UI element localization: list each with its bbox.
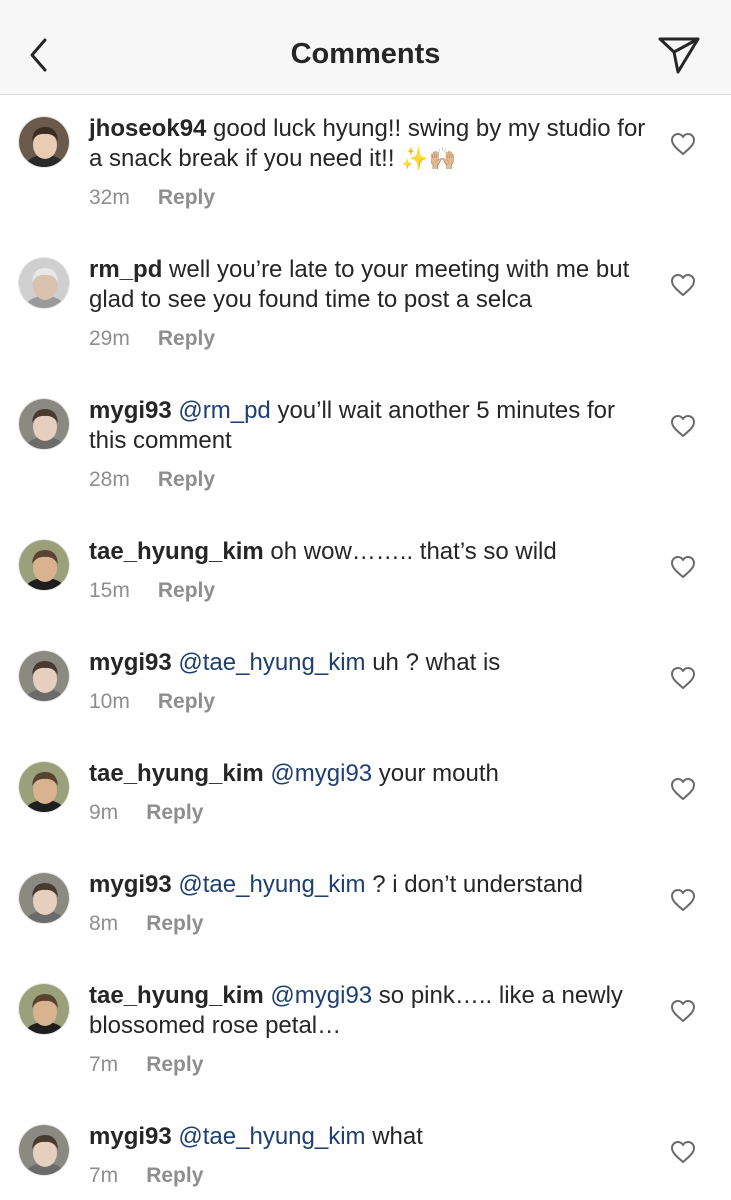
heart-icon [671, 1141, 695, 1163]
heart-icon [671, 1000, 695, 1022]
comment-body: mygi93 @rm_pd you’ll wait another 5 minu… [89, 396, 649, 492]
reply-button[interactable]: Reply [158, 186, 215, 210]
comment-body: mygi93 @tae_hyung_kim what 7m Reply [89, 1122, 649, 1188]
comment-message: well you’re late to your meeting with me… [89, 256, 630, 313]
avatar[interactable] [18, 1124, 70, 1176]
reply-button[interactable]: Reply [158, 468, 215, 492]
comment-body: mygi93 @tae_hyung_kim ? i don’t understa… [89, 870, 649, 936]
comment-username[interactable]: tae_hyung_kim [89, 538, 264, 565]
avatar[interactable] [18, 872, 70, 924]
like-button[interactable] [670, 414, 696, 438]
comment-body: mygi93 @tae_hyung_kim uh ? what is 10m Rep… [89, 648, 649, 714]
comment-meta: 10m Reply [89, 690, 649, 714]
heart-icon [671, 133, 695, 155]
comment-mention[interactable]: @tae_hyung_kim [178, 649, 365, 676]
comment-timestamp: 32m [89, 186, 130, 209]
comment-timestamp: 7m [89, 1164, 119, 1187]
page-title: Comments [290, 38, 441, 70]
comment-body: tae_hyung_kim @mygi93 so pink….. like a … [89, 981, 649, 1077]
comment-text: jhoseok94 good luck hyung!! swing by my … [89, 114, 649, 174]
avatar[interactable] [18, 761, 70, 813]
reply-button[interactable]: Reply [146, 1164, 203, 1188]
comment-timestamp: 7m [89, 1053, 119, 1076]
heart-icon [671, 274, 695, 296]
comment-meta: 29m Reply [89, 327, 649, 351]
reply-button[interactable]: Reply [146, 912, 203, 936]
comment-timestamp: 9m [89, 801, 119, 824]
comment-timestamp: 28m [89, 468, 130, 491]
comment-text: mygi93 @tae_hyung_kim ? i don’t understa… [89, 870, 649, 900]
like-button[interactable] [670, 666, 696, 690]
heart-icon [671, 778, 695, 800]
comment-mention[interactable]: @mygi93 [270, 760, 372, 787]
like-button[interactable] [670, 132, 696, 156]
like-button[interactable] [670, 777, 696, 801]
like-button[interactable] [670, 555, 696, 579]
heart-icon [671, 667, 695, 689]
comment-username[interactable]: mygi93 [89, 871, 172, 898]
comment-username[interactable]: jhoseok94 [89, 115, 206, 142]
comment-timestamp: 15m [89, 579, 130, 602]
comment-body: rm_pd well you’re late to your meeting w… [89, 255, 649, 351]
reply-button[interactable]: Reply [146, 801, 203, 825]
comment-username[interactable]: rm_pd [89, 256, 162, 283]
reply-button[interactable]: Reply [158, 690, 215, 714]
comment-username[interactable]: mygi93 [89, 397, 172, 424]
share-button[interactable] [656, 34, 702, 76]
comment-body: tae_hyung_kim @mygi93 your mouth 9m Reply [89, 759, 649, 825]
heart-icon [671, 556, 695, 578]
comment-text: tae_hyung_kim @mygi93 your mouth [89, 759, 649, 789]
comment-timestamp: 10m [89, 690, 130, 713]
like-button[interactable] [670, 273, 696, 297]
comment-mention[interactable]: @mygi93 [270, 982, 372, 1009]
comment-meta: 7m Reply [89, 1053, 649, 1077]
comment-message: what [365, 1123, 423, 1150]
comment-message: your mouth [372, 760, 499, 787]
comment-mention[interactable]: @tae_hyung_kim [178, 871, 365, 898]
reply-button[interactable]: Reply [158, 579, 215, 603]
comment-mention[interactable]: @rm_pd [178, 397, 270, 424]
comment-timestamp: 29m [89, 327, 130, 350]
comment-text: rm_pd well you’re late to your meeting w… [89, 255, 649, 315]
comment-text: mygi93 @rm_pd you’ll wait another 5 minu… [89, 396, 649, 456]
header-bar: Comments [0, 0, 731, 95]
reply-button[interactable]: Reply [146, 1053, 203, 1077]
comment-meta: 8m Reply [89, 912, 649, 936]
comment-meta: 32m Reply [89, 186, 649, 210]
like-button[interactable] [670, 1140, 696, 1164]
comment-meta: 9m Reply [89, 801, 649, 825]
comment-body: jhoseok94 good luck hyung!! swing by my … [89, 114, 649, 210]
comment-timestamp: 8m [89, 912, 119, 935]
comment-username[interactable]: tae_hyung_kim [89, 760, 264, 787]
paper-plane-icon [658, 37, 700, 74]
avatar[interactable] [18, 257, 70, 309]
comment-meta: 7m Reply [89, 1164, 649, 1188]
comment-username[interactable]: mygi93 [89, 1123, 172, 1150]
comment-meta: 15m Reply [89, 579, 649, 603]
comment-emoji: ✨🙌🏼 [401, 146, 456, 171]
comment-text: tae_hyung_kim @mygi93 so pink….. like a … [89, 981, 649, 1041]
like-button[interactable] [670, 999, 696, 1023]
comment-message: oh wow…….. that’s so wild [263, 538, 557, 565]
avatar[interactable] [18, 539, 70, 591]
like-button[interactable] [670, 888, 696, 912]
comment-message: ? i don’t understand [365, 871, 584, 898]
comment-text: mygi93 @tae_hyung_kim uh ? what is [89, 648, 649, 678]
heart-icon [671, 415, 695, 437]
reply-button[interactable]: Reply [158, 327, 215, 351]
comment-message: uh ? what is [365, 649, 501, 676]
comment-text: tae_hyung_kim oh wow…….. that’s so wild [89, 537, 649, 567]
heart-icon [671, 889, 695, 911]
comment-meta: 28m Reply [89, 468, 649, 492]
comment-username[interactable]: mygi93 [89, 649, 172, 676]
avatar[interactable] [18, 398, 70, 450]
comment-username[interactable]: tae_hyung_kim [89, 982, 264, 1009]
comment-text: mygi93 @tae_hyung_kim what [89, 1122, 649, 1152]
avatar[interactable] [18, 983, 70, 1035]
comment-mention[interactable]: @tae_hyung_kim [178, 1123, 365, 1150]
avatar[interactable] [18, 650, 70, 702]
avatar[interactable] [18, 116, 70, 168]
comment-body: tae_hyung_kim oh wow…….. that’s so wild 1… [89, 537, 649, 603]
